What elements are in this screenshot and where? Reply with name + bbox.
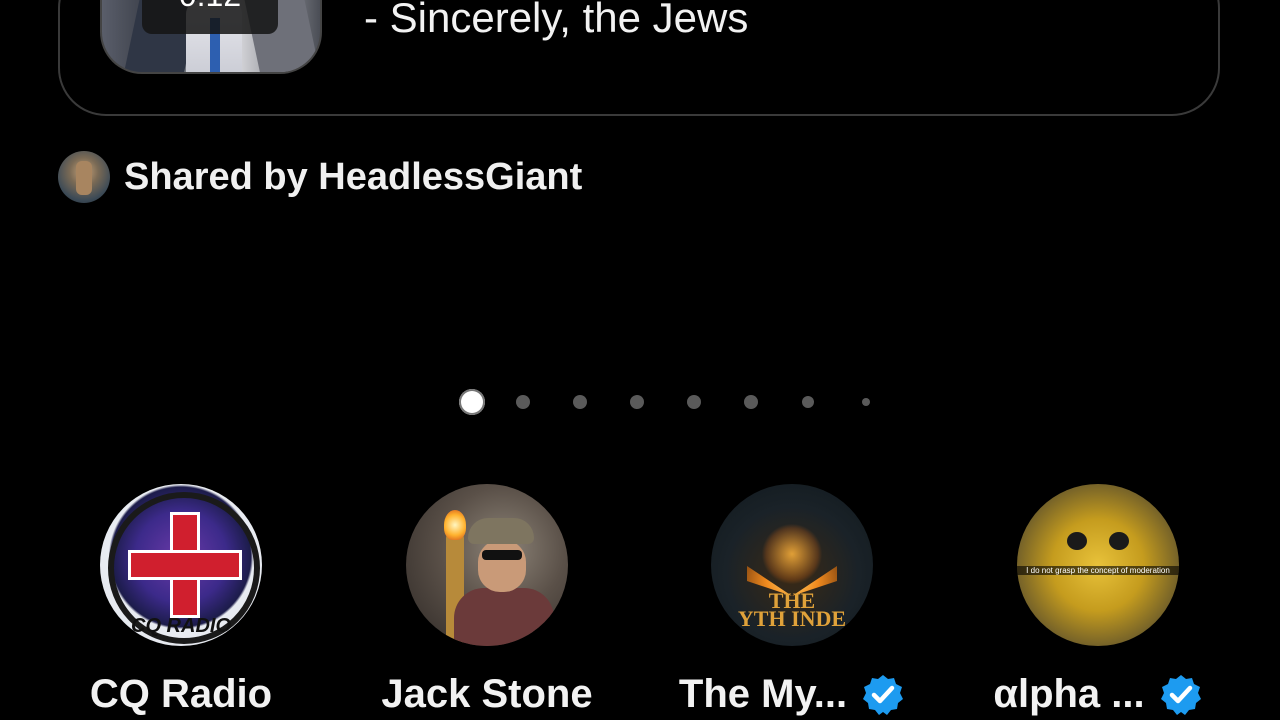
pagination-dot-active[interactable] (459, 389, 485, 415)
bee-eye-left (1067, 532, 1087, 550)
account-name-row: The My... (642, 672, 942, 717)
screen: 0:12 - Sincerely, the Jews Shared by Hea… (0, 0, 1280, 720)
account-name-row: αlpha ... (948, 672, 1248, 717)
account-name-row: CQ Radio (31, 672, 331, 717)
avatar-logo-text: CQ RADIO (131, 615, 231, 637)
pagination-dot[interactable] (744, 395, 758, 409)
sunglasses-shape (482, 550, 522, 560)
account-card-myth-index[interactable]: THE YTH INDE The My... (642, 484, 942, 717)
account-avatar[interactable]: CQ RADIO (100, 484, 262, 646)
account-name-row: Jack Stone (337, 672, 637, 717)
verified-badge-icon (1160, 674, 1201, 715)
pagination-dots (459, 389, 870, 415)
person-body-shape (454, 588, 554, 646)
flame-shape (444, 510, 466, 540)
bee-eye-right (1109, 532, 1129, 550)
account-avatar[interactable]: THE YTH INDE (711, 484, 873, 646)
hat-shape (468, 518, 534, 544)
pagination-dot[interactable] (516, 395, 530, 409)
avatar-logo-text: THE YTH INDE (737, 588, 847, 631)
account-name[interactable]: The My... (679, 672, 847, 717)
account-card-cq-radio[interactable]: CQ RADIO CQ Radio (31, 484, 331, 717)
account-avatar[interactable]: I do not grasp the concept of moderation (1017, 484, 1179, 646)
pagination-dot[interactable] (573, 395, 587, 409)
verified-badge-icon (863, 674, 904, 715)
book-glow-shape (761, 524, 823, 584)
pagination-dot[interactable] (862, 398, 870, 406)
account-name[interactable]: Jack Stone (381, 672, 592, 717)
account-name[interactable]: CQ Radio (90, 672, 272, 717)
avatar-caption: I do not grasp the concept of moderation (1017, 566, 1179, 575)
video-duration-badge: 0:12 (142, 0, 278, 34)
account-card-jack-stone[interactable]: Jack Stone (337, 484, 637, 717)
account-card-alpha[interactable]: I do not grasp the concept of moderation… (948, 484, 1248, 717)
post-quote-text: - Sincerely, the Jews (364, 0, 749, 41)
pagination-dot[interactable] (687, 395, 701, 409)
logo-cross-horizontal (128, 550, 242, 580)
shared-by-row[interactable]: Shared by HeadlessGiant (58, 150, 582, 204)
shared-by-label: Shared by HeadlessGiant (124, 155, 583, 198)
pagination-dot[interactable] (630, 395, 644, 409)
account-avatar[interactable] (406, 484, 568, 646)
pagination-dot[interactable] (802, 396, 814, 408)
account-name[interactable]: αlpha ... (993, 672, 1144, 717)
sharer-avatar[interactable] (58, 151, 110, 203)
person-face-shape (478, 540, 526, 592)
